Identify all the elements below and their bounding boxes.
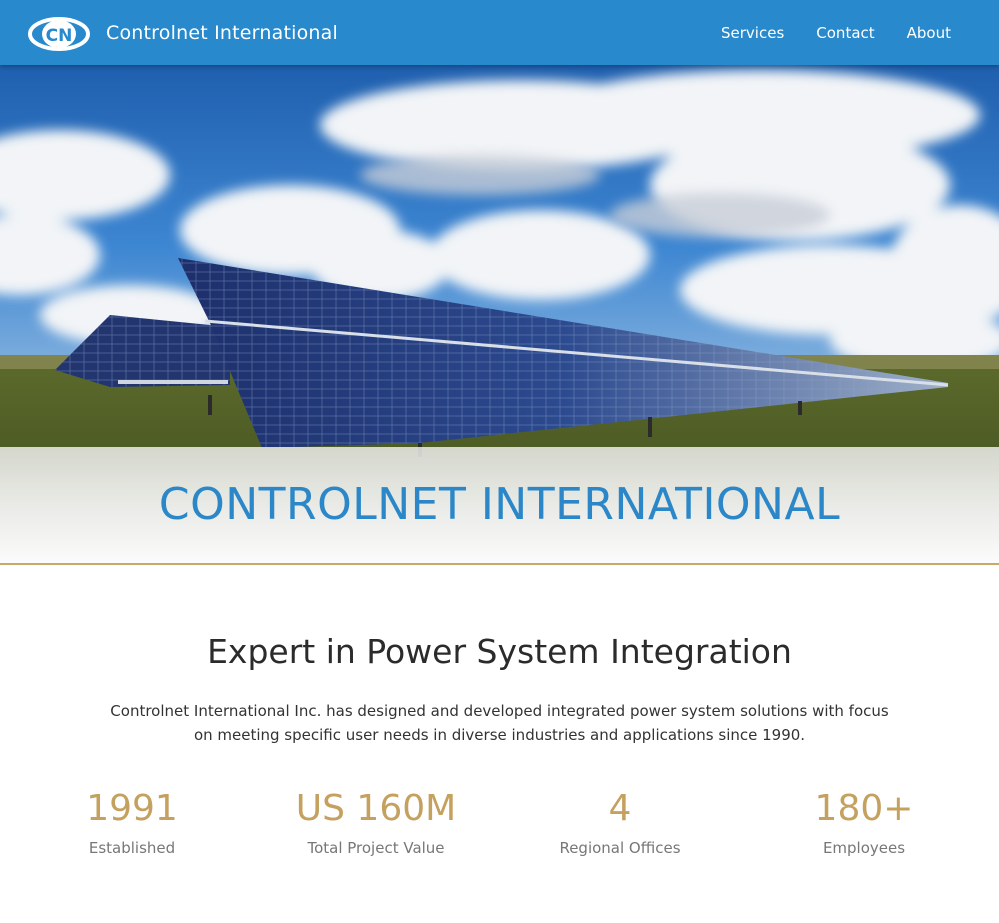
stat-regional-offices: 4 Regional Offices [500,786,740,858]
stat-employees: 180+ Employees [744,786,984,858]
stat-established: 1991 Established [12,786,252,858]
stat-label: Established [88,839,176,857]
stat-label: Total Project Value [307,839,445,857]
section-heading: Expert in Power System Integration [207,632,792,671]
intro-paragraph: Controlnet International Inc. has design… [110,702,889,744]
stat-value: 1991 [86,788,178,829]
hero-title: CONTROLNET INTERNATIONAL [158,479,841,530]
svg-text:CN: CN [46,26,73,46]
nav-link-contact[interactable]: Contact [816,24,874,42]
stat-label: Employees [822,839,906,857]
stat-value: US 160M [295,788,457,829]
brand-name: Controlnet International [106,22,338,44]
main-nav: Services Contact About [689,0,951,65]
stat-label: Regional Offices [559,839,681,857]
stat-value: 180+ [814,788,914,829]
stat-value: 4 [608,788,632,829]
nav-link-about[interactable]: About [907,24,951,42]
section-divider [0,563,999,565]
nav-link-services[interactable]: Services [721,24,784,42]
controlnet-logo-icon: CN [28,17,90,51]
top-navbar: CN Controlnet International Services Con… [0,0,999,65]
brand-home-link[interactable]: CN Controlnet International [28,11,338,55]
stats-row: 1991 Established US 160M Total Project V… [0,786,999,876]
stat-total-project-value: US 160M Total Project Value [256,786,496,858]
hero-banner: CONTROLNET INTERNATIONAL [0,65,999,563]
